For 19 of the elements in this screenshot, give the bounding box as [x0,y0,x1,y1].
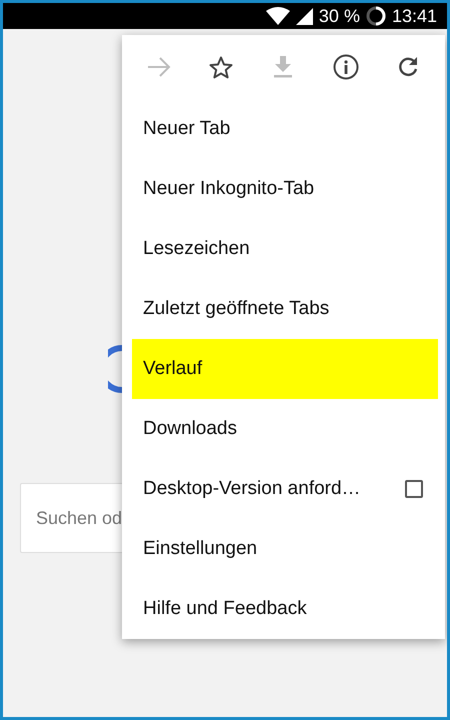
menu-item[interactable]: Zuletzt geöffnete Tabs [122,279,445,339]
download-icon [273,56,294,78]
menu-item[interactable]: Downloads [122,399,445,459]
star-icon [209,56,234,78]
logo-arc-icon [108,345,122,393]
wifi-icon [266,7,290,25]
forward-arrow-icon [147,57,172,77]
battery-ring-icon [366,6,386,26]
menu-item[interactable]: Neuer Tab [122,99,445,159]
menu-item[interactable]: Lesezeichen [122,219,445,279]
reload-icon [396,56,419,78]
checkbox[interactable] [405,480,423,498]
menu-item[interactable]: Hilfe und Feedback [122,579,445,639]
menu-item[interactable]: Neuer Inkognito-Tab [122,159,445,219]
info-icon [332,54,359,80]
signal-icon [296,8,313,24]
battery-percent: 30 % [318,6,360,26]
menu-item[interactable]: Verlauf [132,339,438,399]
clock-time: 13:41 [392,6,437,26]
